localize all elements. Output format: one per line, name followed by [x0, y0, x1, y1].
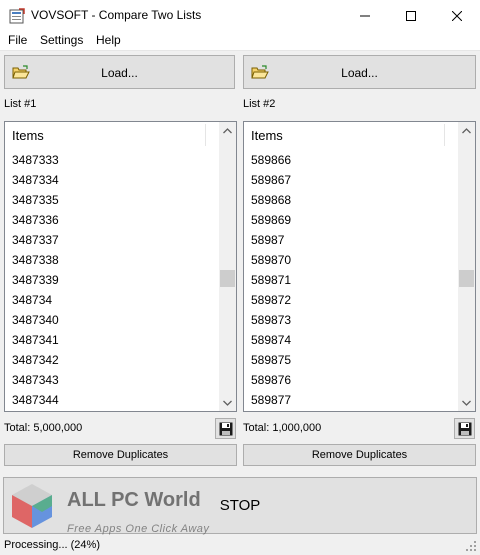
- list2-label: List #2: [243, 98, 276, 110]
- scroll-down-button[interactable]: [458, 394, 475, 411]
- list-item[interactable]: 3487334: [12, 170, 59, 190]
- list-item[interactable]: 3487338: [12, 250, 59, 270]
- scroll-thumb[interactable]: [220, 270, 235, 287]
- list2-header-label: Items: [251, 128, 283, 143]
- load-list1-button[interactable]: Load...: [4, 55, 235, 89]
- menu-bar: File Settings Help: [0, 31, 480, 51]
- list-item[interactable]: 589875: [251, 350, 291, 370]
- maximize-icon: [406, 10, 416, 21]
- minimize-button[interactable]: [342, 0, 388, 31]
- resize-grip-icon[interactable]: [466, 541, 477, 552]
- list-item[interactable]: 3487340: [12, 310, 59, 330]
- list-item[interactable]: 3487343: [12, 370, 59, 390]
- list1-label: List #1: [4, 98, 37, 110]
- floppy-disk-icon: [458, 422, 471, 435]
- header-divider: [444, 124, 445, 146]
- list-item[interactable]: 348734: [12, 290, 59, 310]
- list-item[interactable]: 589867: [251, 170, 291, 190]
- remove-duplicates-list2-button[interactable]: Remove Duplicates: [243, 444, 476, 466]
- maximize-button[interactable]: [388, 0, 434, 31]
- chevron-up-icon: [462, 127, 471, 133]
- watermark-logo: [12, 484, 52, 528]
- list-item[interactable]: 3487335: [12, 190, 59, 210]
- list2-total: Total: 1,000,000: [243, 422, 322, 434]
- chevron-up-icon: [223, 127, 232, 133]
- status-bar: Processing... (24%): [0, 535, 480, 555]
- list-item[interactable]: 589874: [251, 330, 291, 350]
- list2-scrollbar[interactable]: [458, 122, 475, 411]
- window-title: VOVSOFT - Compare Two Lists: [31, 8, 202, 22]
- list-item[interactable]: 589871: [251, 270, 291, 290]
- list2-box[interactable]: Items 589866 589867 589868 589869 58987 58987…: [243, 121, 476, 412]
- list1-column-header[interactable]: Items: [5, 122, 220, 148]
- list1-total: Total: 5,000,000: [4, 422, 83, 434]
- header-divider: [205, 124, 206, 146]
- list-item[interactable]: 3487342: [12, 350, 59, 370]
- list2-rows: 589866 589867 589868 589869 58987 589870 58987…: [251, 150, 291, 410]
- list-item[interactable]: 589868: [251, 190, 291, 210]
- minimize-icon: [360, 15, 370, 16]
- list-item[interactable]: 589869: [251, 210, 291, 230]
- list-item[interactable]: 589877: [251, 390, 291, 410]
- chevron-down-icon: [462, 400, 471, 406]
- list-item[interactable]: 3487344: [12, 390, 59, 410]
- scroll-up-button[interactable]: [458, 122, 475, 139]
- chevron-down-icon: [223, 400, 232, 406]
- menu-help[interactable]: Help: [96, 33, 121, 47]
- scroll-down-button[interactable]: [219, 394, 236, 411]
- menu-divider: [0, 50, 480, 51]
- floppy-disk-icon: [219, 422, 232, 435]
- status-text: Processing... (24%): [4, 539, 100, 551]
- list-item[interactable]: 3487339: [12, 270, 59, 290]
- title-bar: VOVSOFT - Compare Two Lists: [0, 0, 480, 31]
- close-icon: [452, 10, 462, 21]
- list1-header-label: Items: [12, 128, 44, 143]
- list-item[interactable]: 589873: [251, 310, 291, 330]
- list1-rows: 3487333 3487334 3487335 3487336 3487337 34873…: [12, 150, 59, 410]
- list-item[interactable]: 3487341: [12, 330, 59, 350]
- load-list2-label: Load...: [341, 66, 378, 80]
- list1-scrollbar[interactable]: [219, 122, 236, 411]
- close-button[interactable]: [434, 0, 480, 31]
- list-item[interactable]: 3487336: [12, 210, 59, 230]
- save-list1-button[interactable]: [215, 418, 236, 439]
- menu-file[interactable]: File: [8, 33, 27, 47]
- save-list2-button[interactable]: [454, 418, 475, 439]
- list1-box[interactable]: Items 3487333 3487334 3487335 3487336 348733…: [4, 121, 237, 412]
- watermark-title: ALL PC World: [67, 489, 201, 511]
- list-item[interactable]: 58987: [251, 230, 291, 250]
- scroll-up-button[interactable]: [219, 122, 236, 139]
- remove-duplicates-list1-button[interactable]: Remove Duplicates: [4, 444, 237, 466]
- watermark-subtitle: Free Apps One Click Away: [67, 523, 210, 535]
- load-list2-button[interactable]: Load...: [243, 55, 476, 89]
- menu-settings[interactable]: Settings: [40, 33, 83, 47]
- list2-column-header[interactable]: Items: [244, 122, 459, 148]
- list-item[interactable]: 589870: [251, 250, 291, 270]
- list-item[interactable]: 3487337: [12, 230, 59, 250]
- list-item[interactable]: 589866: [251, 150, 291, 170]
- app-icon: [9, 8, 25, 24]
- scroll-thumb[interactable]: [459, 270, 474, 287]
- list-item[interactable]: 589872: [251, 290, 291, 310]
- load-list1-label: Load...: [101, 66, 138, 80]
- list-item[interactable]: 589876: [251, 370, 291, 390]
- list-item[interactable]: 3487333: [12, 150, 59, 170]
